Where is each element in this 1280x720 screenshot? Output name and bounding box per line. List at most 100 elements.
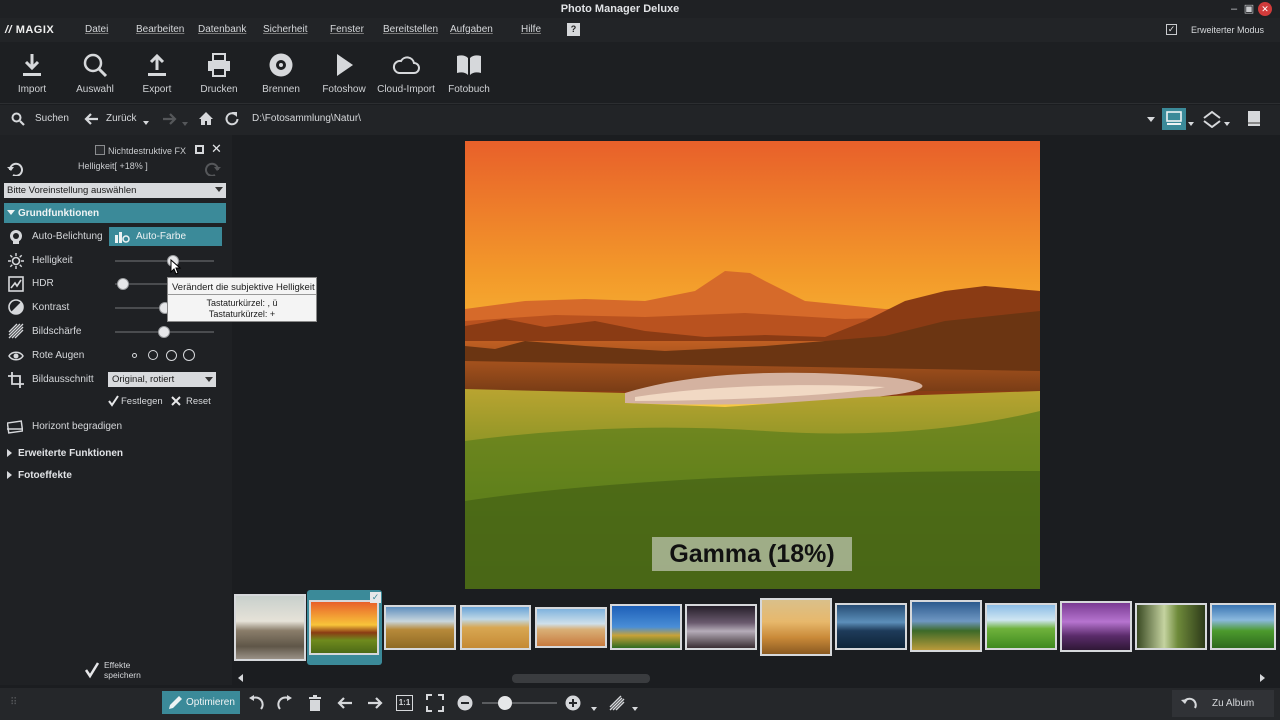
minimize-button[interactable]: – bbox=[1227, 2, 1241, 16]
back-label[interactable]: Zurück bbox=[106, 113, 137, 124]
thumbnail-pier[interactable] bbox=[835, 603, 907, 650]
menu-datei[interactable]: Datei bbox=[85, 24, 108, 35]
zoom-dropdown-icon[interactable] bbox=[591, 707, 597, 711]
crop-select[interactable]: Original, rotiert bbox=[108, 372, 216, 387]
book-view-icon[interactable] bbox=[1246, 110, 1262, 127]
zoom-slider-track[interactable] bbox=[482, 702, 557, 704]
thumbnail-rocky-coast[interactable] bbox=[234, 594, 306, 661]
menu-aufgaben[interactable]: Aufgaben bbox=[450, 24, 493, 35]
cloud-icon bbox=[392, 56, 420, 74]
section-effects-header[interactable]: Fotoeffekte bbox=[18, 470, 72, 481]
thumbnail-dunes[interactable] bbox=[760, 598, 832, 656]
logo-text: MAGIX bbox=[15, 24, 55, 36]
rotate-right-icon[interactable] bbox=[276, 694, 294, 712]
print-button[interactable]: Drucken bbox=[188, 52, 250, 95]
save-effects-button[interactable]: Effekte speichern bbox=[104, 660, 141, 680]
help-context-icon[interactable]: ? bbox=[567, 23, 580, 36]
section-advanced-header[interactable]: Erweiterte Funktionen bbox=[18, 448, 123, 459]
menu-bearbeiten[interactable]: Bearbeiten bbox=[136, 24, 184, 35]
actual-size-button[interactable]: 1:1 bbox=[396, 695, 413, 711]
trash-icon[interactable] bbox=[306, 694, 324, 712]
forward-arrow-icon[interactable] bbox=[161, 112, 177, 126]
sharpness-slider-knob[interactable] bbox=[158, 326, 170, 338]
printer-icon bbox=[208, 53, 230, 77]
thumbnail-canyon[interactable] bbox=[460, 605, 531, 650]
close-panel-icon[interactable]: ✕ bbox=[211, 141, 222, 157]
thumbnail-purple-trees[interactable] bbox=[1060, 601, 1132, 652]
filmstrip-scrollbar[interactable] bbox=[512, 674, 650, 683]
preset-select[interactable]: Bitte Voreinstellung auswählen bbox=[4, 183, 226, 198]
search-icon[interactable] bbox=[11, 112, 25, 126]
thumbnail-road-night[interactable] bbox=[685, 604, 757, 650]
thumbnail-river-meadow[interactable] bbox=[1210, 603, 1276, 650]
cloud-import-button[interactable]: Cloud-Import bbox=[375, 52, 437, 95]
scroll-right-icon[interactable] bbox=[1260, 674, 1265, 682]
zoom-in-icon[interactable] bbox=[564, 694, 582, 712]
red-eye-size-m[interactable] bbox=[166, 350, 177, 361]
auto-exposure-button[interactable]: Auto-Belichtung bbox=[32, 231, 103, 242]
search-label[interactable]: Suchen bbox=[35, 113, 69, 124]
zoom-slider-knob[interactable] bbox=[498, 696, 512, 710]
menu-fenster[interactable]: Fenster bbox=[330, 24, 364, 35]
apply-crop-button[interactable]: Festlegen bbox=[121, 396, 163, 407]
effects-wand-icon[interactable] bbox=[608, 694, 626, 712]
menu-datenbank[interactable]: Datenbank bbox=[198, 24, 246, 35]
scroll-left-icon[interactable] bbox=[238, 674, 243, 682]
export-button[interactable]: Export bbox=[126, 52, 188, 95]
brightness-slider-track[interactable] bbox=[115, 260, 214, 262]
view-mode-dropdown-icon[interactable] bbox=[1188, 122, 1194, 126]
close-button[interactable]: ✕ bbox=[1258, 2, 1272, 16]
selection-button[interactable]: Auswahl bbox=[64, 52, 126, 95]
straighten-horizon-button[interactable]: Horizont begradigen bbox=[32, 421, 122, 432]
import-button[interactable]: Import bbox=[1, 52, 63, 95]
slideshow-button[interactable]: Fotoshow bbox=[313, 52, 375, 95]
thumbnail-lone-tree[interactable] bbox=[910, 600, 982, 652]
burn-label: Brennen bbox=[262, 84, 300, 95]
maximize-button[interactable]: ▣ bbox=[1242, 2, 1256, 16]
hdr-icon bbox=[8, 276, 24, 292]
undo-icon[interactable] bbox=[6, 162, 24, 176]
nondestructive-checkbox[interactable] bbox=[95, 145, 105, 155]
effects-dropdown-icon[interactable] bbox=[632, 707, 638, 711]
red-eye-size-s[interactable] bbox=[148, 350, 158, 360]
fullscreen-icon[interactable] bbox=[426, 694, 444, 712]
pencil-icon bbox=[169, 696, 182, 709]
rotate-left-icon[interactable] bbox=[247, 694, 265, 712]
main-photo[interactable] bbox=[465, 141, 1040, 589]
next-arrow-icon[interactable] bbox=[366, 694, 384, 712]
hdr-slider-knob[interactable] bbox=[117, 278, 129, 290]
photobook-button[interactable]: Fotobuch bbox=[438, 52, 500, 95]
thumbnail-sunset-vineyard[interactable] bbox=[309, 600, 379, 655]
crop-icon bbox=[8, 372, 24, 388]
thumbnail-tuscany[interactable] bbox=[610, 604, 682, 650]
back-arrow-icon[interactable] bbox=[84, 112, 100, 126]
advanced-mode-checkbox[interactable]: ✓ bbox=[1166, 24, 1177, 35]
checkmark-icon bbox=[108, 395, 119, 407]
view-options-dropdown-icon[interactable] bbox=[1147, 117, 1155, 122]
save-check-icon[interactable] bbox=[84, 661, 100, 679]
sort-icon[interactable] bbox=[1202, 110, 1222, 128]
grip-icon: ⠿ bbox=[10, 697, 18, 708]
thumbnail-savanna[interactable] bbox=[384, 605, 456, 650]
menu-bereitstellen[interactable]: Bereitstellen bbox=[383, 24, 438, 35]
reset-crop-button[interactable]: Reset bbox=[186, 396, 211, 407]
float-panel-icon[interactable] bbox=[195, 145, 204, 154]
selected-check-icon[interactable]: ✓ bbox=[370, 592, 381, 603]
save-effects-line2: speichern bbox=[104, 670, 141, 680]
thumbnail-green-meadow[interactable] bbox=[985, 603, 1057, 650]
red-eye-size-xs[interactable] bbox=[132, 353, 137, 358]
view-mode-button[interactable] bbox=[1162, 108, 1186, 130]
home-icon[interactable] bbox=[198, 111, 214, 126]
red-eye-size-l[interactable] bbox=[183, 349, 195, 361]
menu-sicherheit[interactable]: Sicherheit bbox=[263, 24, 307, 35]
sort-dropdown-icon[interactable] bbox=[1224, 122, 1230, 126]
back-dropdown-icon[interactable] bbox=[143, 121, 149, 125]
book-icon bbox=[457, 55, 481, 75]
zoom-out-icon[interactable] bbox=[456, 694, 474, 712]
thumbnail-desert-figure[interactable] bbox=[535, 607, 607, 648]
refresh-icon[interactable] bbox=[225, 111, 239, 126]
burn-button[interactable]: Brennen bbox=[250, 52, 312, 95]
previous-arrow-icon[interactable] bbox=[336, 694, 354, 712]
menu-hilfe[interactable]: Hilfe bbox=[521, 24, 541, 35]
thumbnail-forest[interactable] bbox=[1135, 603, 1207, 650]
